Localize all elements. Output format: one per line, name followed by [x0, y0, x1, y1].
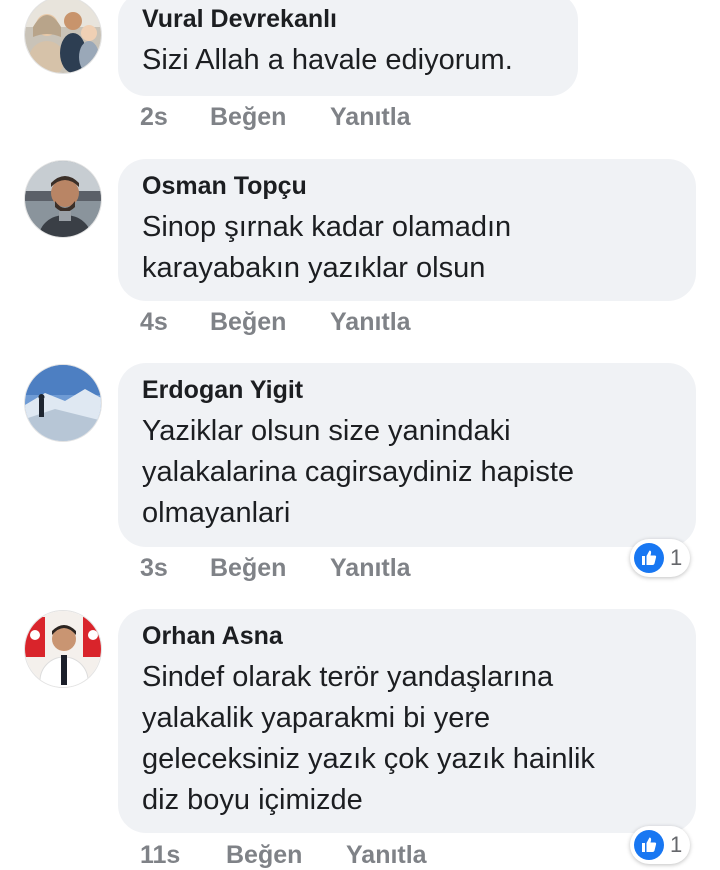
comment-bubble: Erdogan Yigit Yaziklar olsun size yanind… [118, 363, 696, 547]
reply-button[interactable]: Yanıtla [346, 840, 427, 870]
comment-author[interactable]: Orhan Asna [142, 621, 672, 651]
like-button[interactable]: Beğen [226, 840, 346, 870]
avatar[interactable] [24, 0, 102, 74]
comment-author[interactable]: Vural Devrekanlı [142, 4, 554, 34]
reaction-badge[interactable]: 1 [630, 539, 691, 577]
reaction-count: 1 [670, 832, 683, 857]
comment-actions: 4s Beğen Yanıtla [140, 307, 411, 337]
profile-photo-icon [25, 161, 101, 237]
comment-text: Yaziklar olsun size yanindaki yalakalari… [142, 415, 575, 529]
comment-text: Sindef olarak terör yandaşlarına yalakal… [142, 661, 595, 816]
comment-actions: 11s Beğen Yanıtla [140, 840, 427, 870]
profile-photo-icon [25, 365, 101, 441]
like-button[interactable]: Beğen [210, 102, 330, 132]
reaction-badge[interactable]: 1 [630, 826, 691, 864]
comment-text: Sinop şırnak kadar olamadın karayabakın … [142, 211, 512, 284]
comment-time[interactable]: 4s [140, 307, 210, 337]
comment-bubble: Vural Devrekanlı Sizi Allah a havale edi… [118, 0, 578, 96]
avatar[interactable] [24, 610, 102, 688]
like-button[interactable]: Beğen [210, 553, 330, 583]
comment-actions: 3s Beğen Yanıtla [140, 553, 411, 583]
comment-time[interactable]: 3s [140, 553, 210, 583]
comment-bubble: Osman Topçu Sinop şırnak kadar olamadın … [118, 159, 696, 301]
comment-actions: 2s Beğen Yanıtla [140, 102, 411, 132]
reaction-count: 1 [670, 545, 683, 570]
like-reaction-icon [634, 830, 664, 860]
comment-author[interactable]: Erdogan Yigit [142, 375, 672, 405]
reply-button[interactable]: Yanıtla [330, 102, 411, 132]
profile-photo-icon [25, 611, 101, 687]
reply-button[interactable]: Yanıtla [330, 553, 411, 583]
like-reaction-icon [634, 543, 664, 573]
comment-time[interactable]: 11s [140, 840, 226, 870]
comment-author[interactable]: Osman Topçu [142, 171, 672, 201]
avatar[interactable] [24, 364, 102, 442]
comment-bubble: Orhan Asna Sindef olarak terör yandaşlar… [118, 609, 696, 833]
reply-button[interactable]: Yanıtla [330, 307, 411, 337]
comment-text: Sizi Allah a havale ediyorum. [142, 44, 513, 76]
like-button[interactable]: Beğen [210, 307, 330, 337]
comment-time[interactable]: 2s [140, 102, 210, 132]
avatar[interactable] [24, 160, 102, 238]
profile-photo-icon [25, 0, 101, 73]
